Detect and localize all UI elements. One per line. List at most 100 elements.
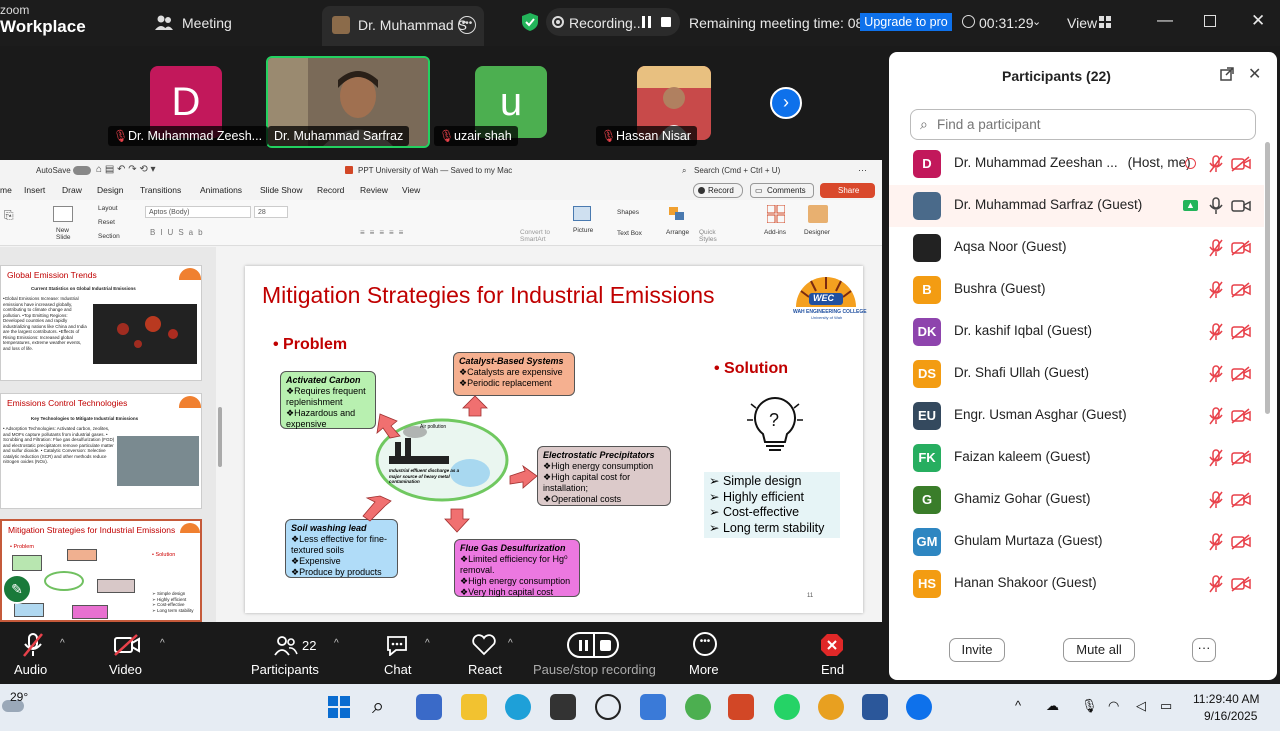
pause-icon[interactable]: [642, 16, 652, 28]
camera-icon[interactable]: [1231, 198, 1251, 214]
heart-icon[interactable]: [471, 634, 497, 656]
thumbnail-global-emission[interactable]: Global Emission Trends Current Statistic…: [0, 265, 202, 381]
meeting-tab-label[interactable]: Meeting: [182, 15, 232, 31]
onedrive-icon[interactable]: ☁: [1046, 698, 1059, 714]
participant-row[interactable]: Dr. Muhammad Sarfraz (Guest) ▲: [889, 185, 1264, 227]
wifi-icon[interactable]: ◠: [1108, 698, 1119, 714]
camera-off-icon[interactable]: [1231, 450, 1251, 466]
addins-label[interactable]: Add-ins: [764, 229, 786, 236]
mic-muted-icon[interactable]: [1209, 323, 1223, 341]
chevron-up-icon[interactable]: ^: [60, 638, 65, 649]
tab-transitions[interactable]: Transitions: [140, 185, 181, 195]
tab-home[interactable]: me: [0, 185, 12, 195]
autosave-toggle[interactable]: [73, 166, 91, 175]
weather-temp[interactable]: 29°: [10, 690, 28, 704]
search-input[interactable]: [937, 115, 1237, 134]
participant-row[interactable]: DS Dr. Shafi Ullah (Guest): [889, 353, 1264, 395]
tab-draw[interactable]: Draw: [62, 185, 82, 195]
participants-icon[interactable]: [274, 636, 298, 656]
chevron-up-icon[interactable]: ^: [334, 638, 339, 649]
textbox-button[interactable]: Text Box: [617, 230, 642, 237]
camera-off-icon[interactable]: [1231, 156, 1251, 172]
ppt-record-button[interactable]: Record: [693, 183, 743, 198]
pop-out-icon[interactable]: [1220, 67, 1234, 81]
reset-button[interactable]: Reset: [98, 219, 115, 226]
recording-indicator[interactable]: Recording...: [546, 8, 680, 36]
clock-date[interactable]: 9/16/2025: [1204, 709, 1257, 723]
tab-animations[interactable]: Animations: [200, 185, 242, 195]
participant-row[interactable]: DK Dr. kashif Iqbal (Guest): [889, 311, 1264, 353]
participant-row[interactable]: FK Faizan kaleem (Guest): [889, 437, 1264, 479]
more-options-icon[interactable]: •••: [458, 16, 476, 34]
tab-view[interactable]: View: [402, 185, 420, 195]
participant-row[interactable]: Aqsa Noor (Guest): [889, 227, 1264, 269]
react-button[interactable]: React: [468, 662, 502, 677]
addins-icon[interactable]: [766, 204, 786, 224]
mute-all-button[interactable]: Mute all: [1063, 638, 1135, 662]
camera-off-icon[interactable]: [1231, 366, 1251, 382]
restore-icon[interactable]: [1204, 15, 1216, 27]
picture-icon[interactable]: [573, 206, 591, 221]
mic-icon[interactable]: [1209, 197, 1223, 215]
clock-time[interactable]: 11:29:40 AM: [1193, 692, 1260, 706]
more-button[interactable]: More: [689, 662, 719, 677]
pause-stop-recording-button[interactable]: Pause/stop recording: [533, 662, 656, 677]
participant-search[interactable]: ⌕: [910, 109, 1256, 140]
word-icon[interactable]: [862, 694, 888, 720]
thumbnail-scrollbar[interactable]: [218, 407, 222, 467]
participant-row[interactable]: EU Engr. Usman Asghar (Guest): [889, 395, 1264, 437]
shield-icon[interactable]: [521, 12, 539, 32]
quick-access-icons[interactable]: ⌂ ▤ ↶ ↷ ⟲ ▾: [96, 164, 156, 175]
camera-off-icon[interactable]: [1231, 576, 1251, 592]
mic-icon[interactable]: 🎙: [1081, 698, 1098, 714]
whatsapp-icon[interactable]: [774, 694, 800, 720]
participant-row[interactable]: HS Hanan Shakoor (Guest): [889, 563, 1264, 605]
ppt-more-icon[interactable]: ···: [858, 165, 867, 175]
chevron-down-icon[interactable]: ⌄: [1032, 15, 1041, 28]
chevron-up-icon[interactable]: ^: [160, 638, 165, 649]
mic-muted-icon[interactable]: [1209, 155, 1223, 173]
file-explorer-icon[interactable]: [461, 694, 487, 720]
chevron-up-icon[interactable]: ^: [508, 638, 513, 649]
search-icon[interactable]: ⌕: [372, 694, 398, 720]
camera-off-icon[interactable]: [1231, 324, 1251, 340]
participant-row[interactable]: B Bushra (Guest): [889, 269, 1264, 311]
close-icon[interactable]: ✕: [1248, 64, 1261, 84]
chevron-up-icon[interactable]: ^: [1015, 698, 1021, 713]
camera-off-icon[interactable]: [1231, 240, 1251, 256]
mic-muted-icon[interactable]: [1209, 533, 1223, 551]
text-format-buttons[interactable]: BIUSab: [150, 228, 208, 237]
chevron-up-icon[interactable]: ^: [425, 638, 430, 649]
participant-row[interactable]: GM Ghulam Murtaza (Guest): [889, 521, 1264, 563]
pause-stop-recording-icon[interactable]: [567, 632, 619, 658]
arrange-icon[interactable]: [669, 207, 687, 222]
battery-icon[interactable]: ▭: [1160, 698, 1172, 714]
mic-muted-icon[interactable]: [1209, 239, 1223, 257]
annotate-pen-icon[interactable]: ✎: [2, 574, 32, 604]
grid-icon[interactable]: [1099, 15, 1111, 28]
ppt-share-button[interactable]: Share: [820, 183, 875, 198]
font-size-select[interactable]: 28: [254, 206, 288, 218]
task-view-icon[interactable]: [416, 694, 442, 720]
mic-muted-icon[interactable]: [1209, 281, 1223, 299]
new-slide-label[interactable]: New Slide: [56, 227, 80, 241]
powerpoint-icon[interactable]: [728, 694, 754, 720]
app-icon[interactable]: [550, 694, 576, 720]
chrome-icon[interactable]: [818, 694, 844, 720]
mic-muted-icon[interactable]: [1209, 365, 1223, 383]
participant-row[interactable]: G Ghamiz Gohar (Guest): [889, 479, 1264, 521]
video-button[interactable]: Video: [109, 662, 142, 677]
more-icon[interactable]: •••: [693, 632, 717, 656]
meeting-icon[interactable]: [154, 14, 174, 32]
tab-record[interactable]: Record: [317, 185, 344, 195]
clipboard-icon[interactable]: ⎘: [4, 208, 26, 238]
mic-muted-icon[interactable]: [1209, 575, 1223, 593]
paragraph-buttons[interactable]: ≡≡≡≡≡: [360, 228, 408, 237]
minimize-icon[interactable]: —: [1157, 12, 1173, 30]
panel-more-button[interactable]: ···: [1192, 638, 1216, 662]
edge-icon[interactable]: [505, 694, 531, 720]
font-family-select[interactable]: Aptos (Body): [145, 206, 251, 218]
arrange-label[interactable]: Arrange: [666, 229, 689, 236]
windows-start-icon[interactable]: [326, 694, 352, 720]
panel-scrollbar[interactable]: [1265, 142, 1270, 414]
